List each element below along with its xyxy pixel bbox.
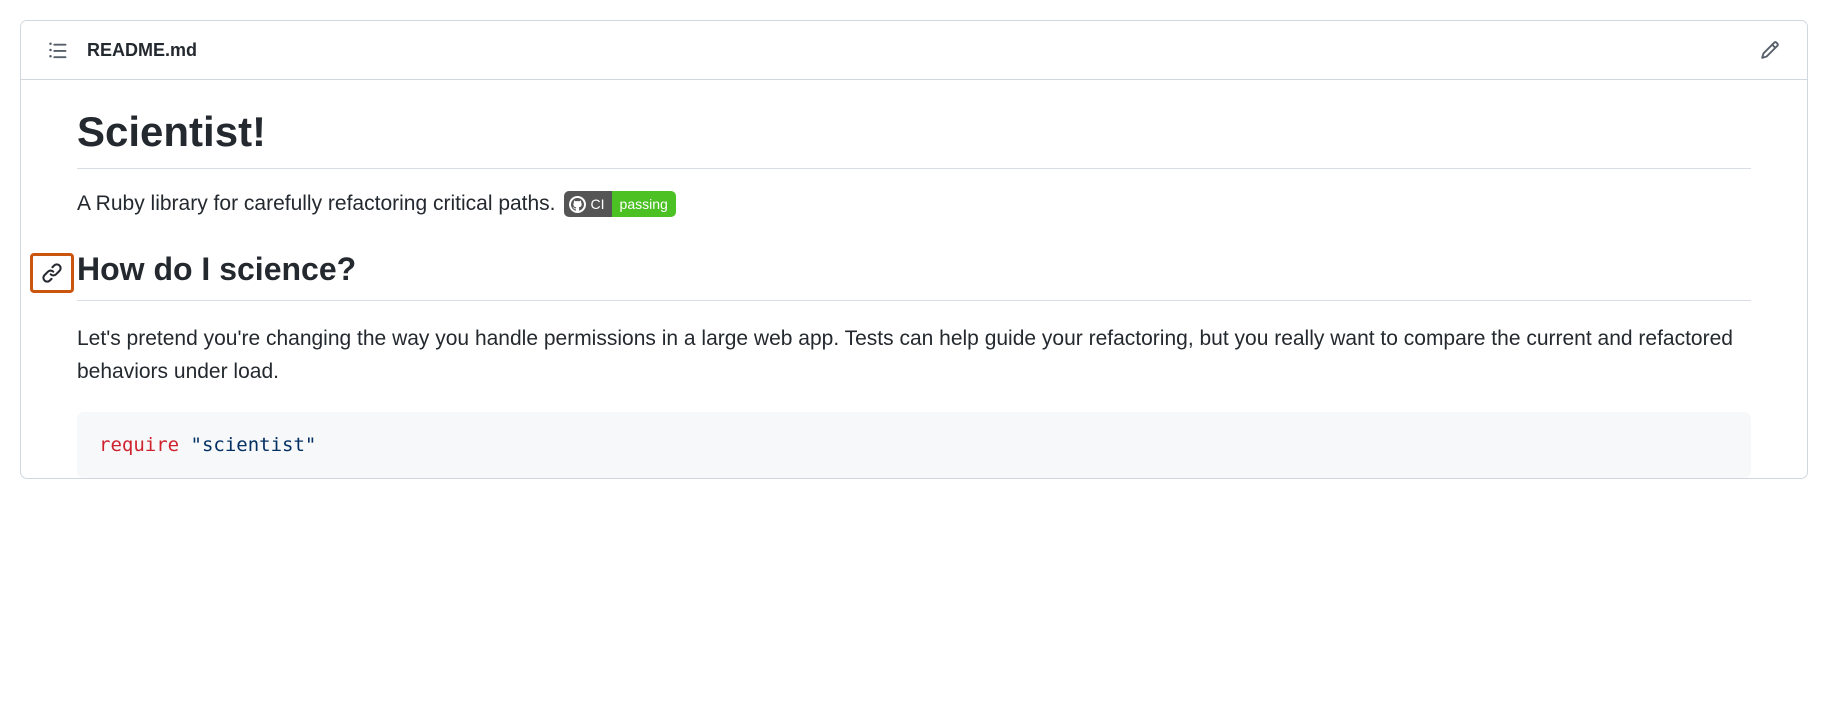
ci-badge[interactable]: CI passing [564,191,676,217]
readme-filename: README.md [87,40,1751,61]
pencil-icon[interactable] [1751,31,1789,69]
link-icon[interactable] [30,253,74,293]
page-title: Scientist! [77,108,1751,169]
readme-body: Scientist! A Ruby library for carefully … [21,80,1807,478]
section-paragraph: Let's pretend you're changing the way yo… [77,323,1751,388]
readme-panel: README.md Scientist! A Ruby library for … [20,20,1808,479]
badge-status: passing [612,191,676,217]
github-icon [569,196,586,213]
section-heading: How do I science? [77,251,356,288]
section-heading-row: How do I science? [77,251,1751,301]
code-keyword: require [99,434,179,456]
table-of-contents-icon[interactable] [39,31,77,69]
badge-label-section: CI [564,191,612,217]
code-block: require "scientist" [77,412,1751,478]
badge-label: CI [591,191,605,217]
description-row: A Ruby library for carefully refactoring… [77,191,1751,217]
description-text: A Ruby library for carefully refactoring… [77,192,556,216]
code-string: "scientist" [191,434,317,456]
readme-header: README.md [21,21,1807,80]
